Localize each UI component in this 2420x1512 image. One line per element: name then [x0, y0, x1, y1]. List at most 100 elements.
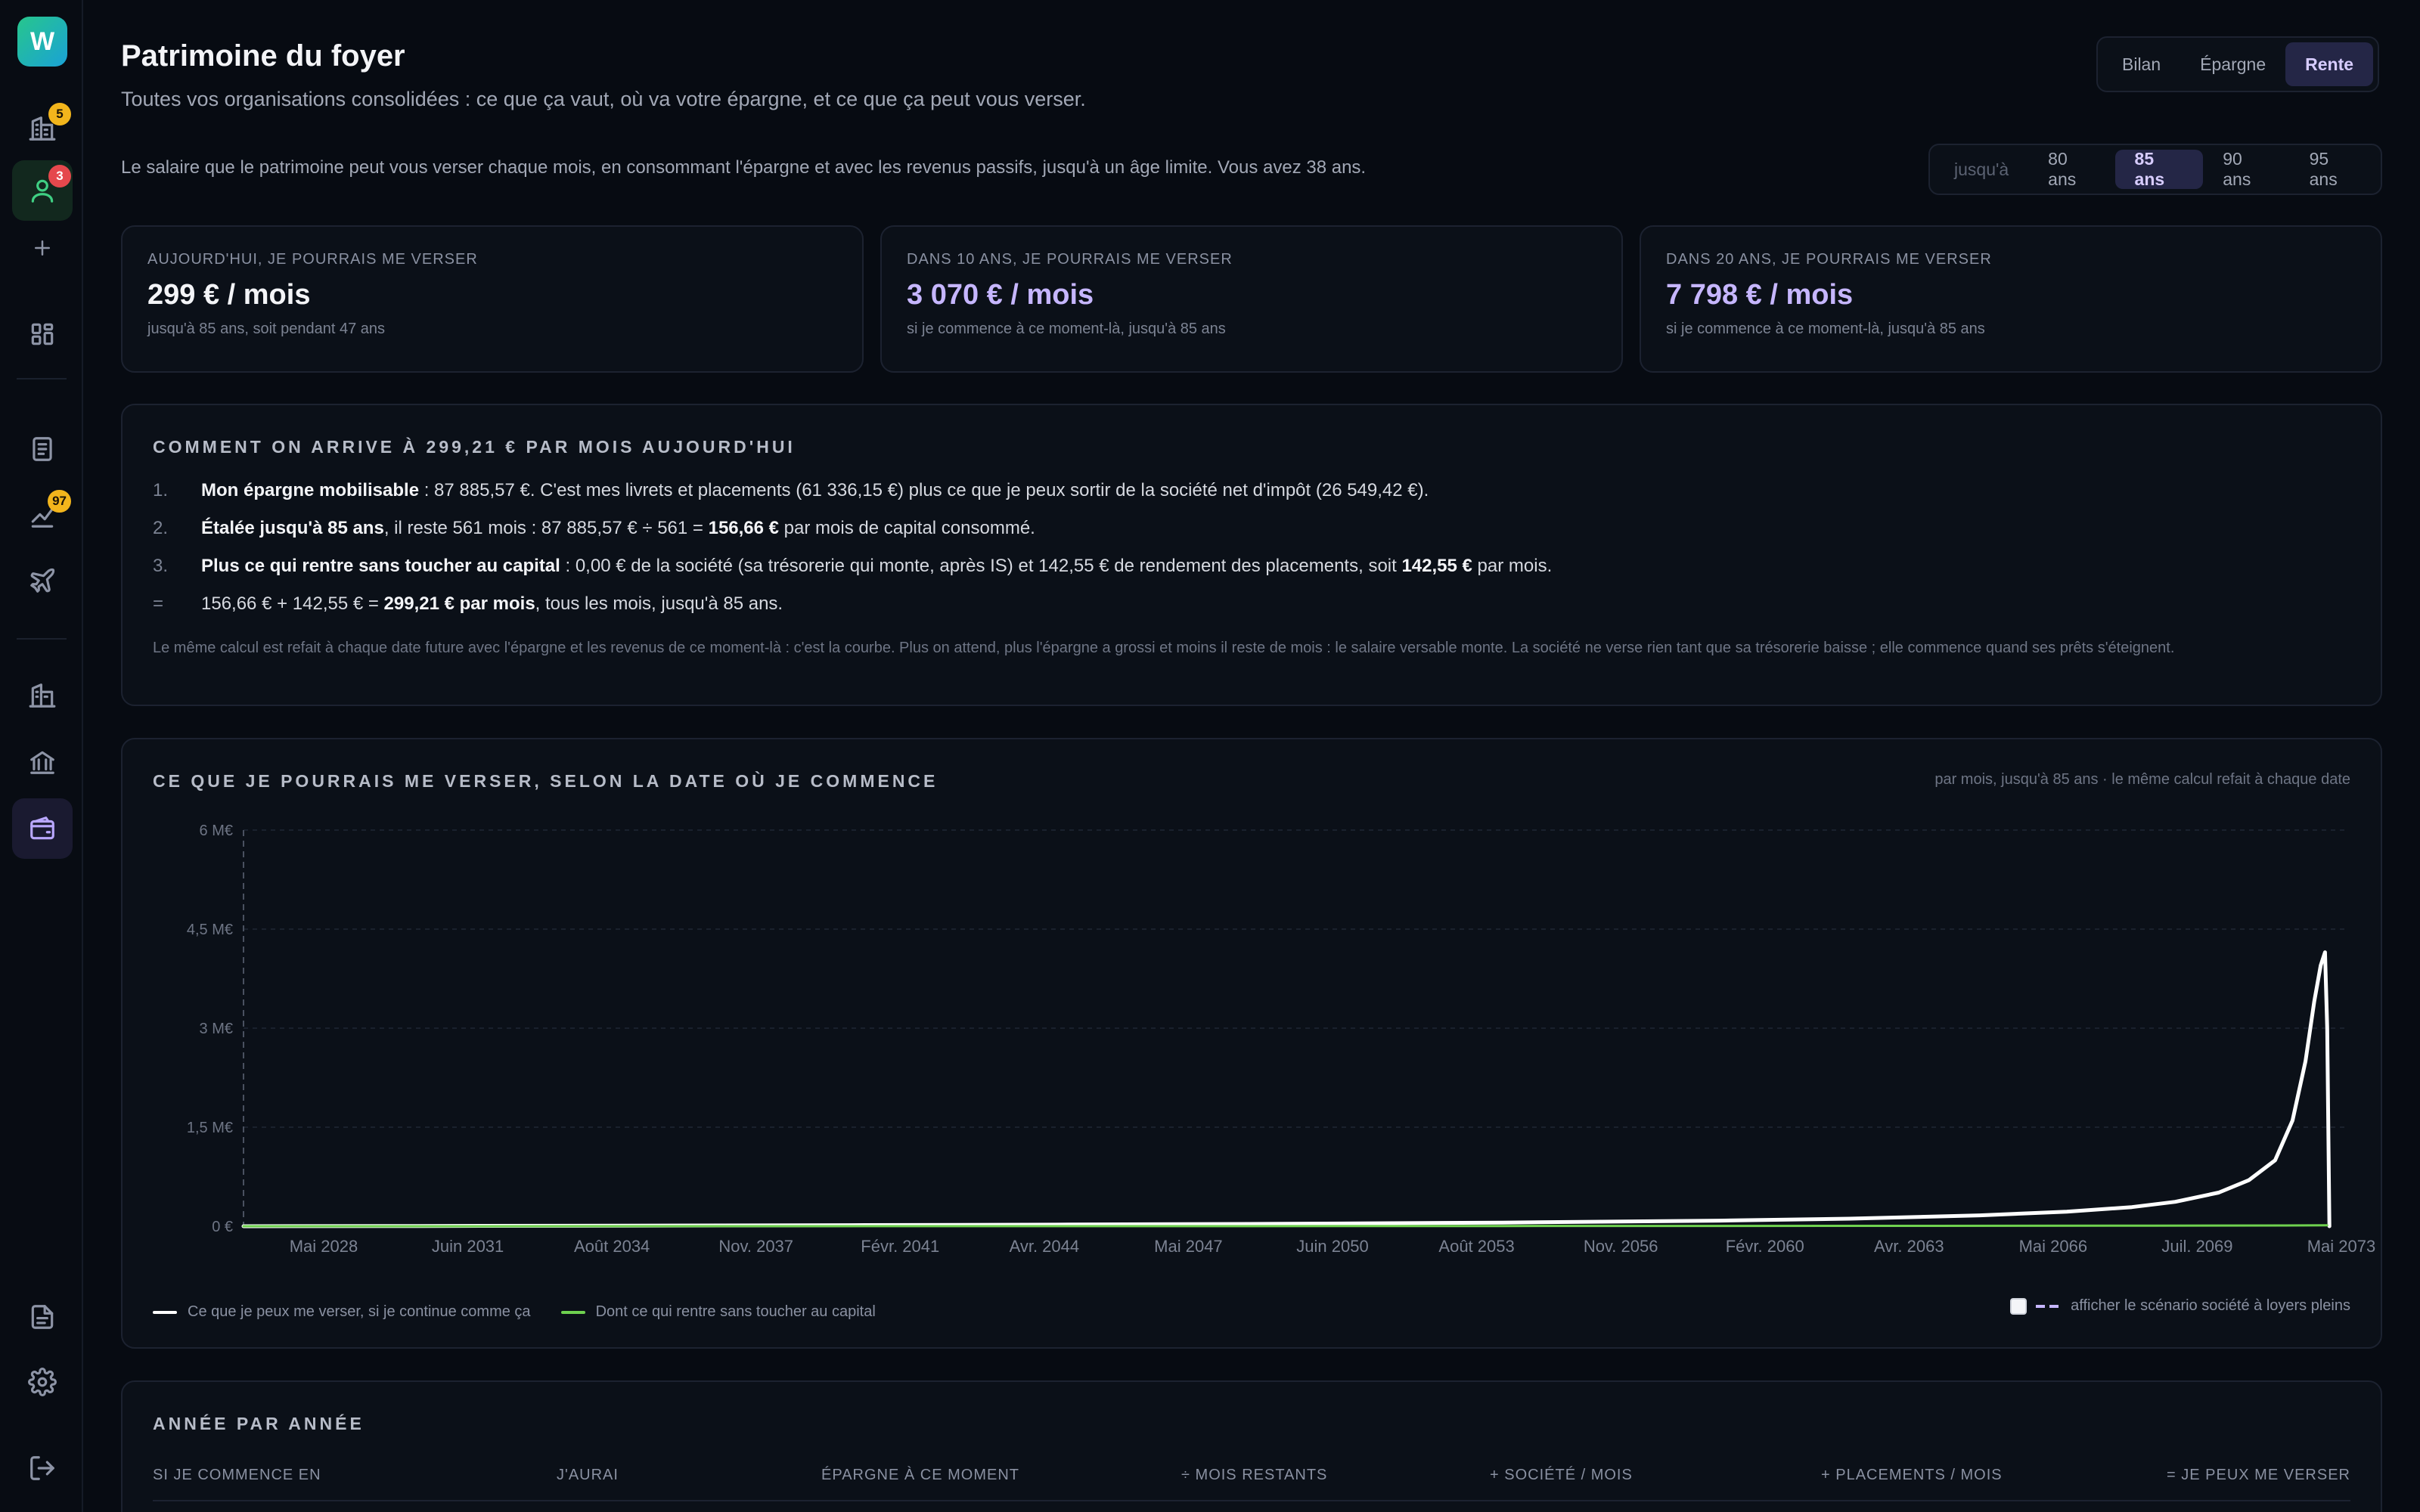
x-tick-label: Mai 2047 [1154, 1237, 1223, 1256]
legend-swatch-main [153, 1310, 177, 1314]
x-tick-label: Août 2053 [1438, 1237, 1514, 1256]
y-tick-label: 6 M€ [200, 823, 233, 839]
column-header-start[interactable]: Si je commence en [153, 1467, 321, 1484]
step-value: 156,66 € [708, 518, 780, 538]
y-tick-label: 0 € [212, 1219, 233, 1235]
step-text: , tous les mois, jusqu'à 85 ans. [535, 593, 783, 614]
column-header-payout[interactable]: = Je peux me verser [2167, 1467, 2350, 1484]
calc-step-1: 1. Mon épargne mobilisable : 87 885,57 €… [153, 480, 2350, 501]
notification-badge: 97 [48, 490, 71, 513]
sidebar-divider [17, 378, 67, 380]
sidebar-item-logout[interactable] [12, 1438, 73, 1498]
x-tick-label: Avr. 2044 [1010, 1237, 1080, 1256]
series-line-main [241, 950, 2332, 1228]
step-text: 156,66 € + 142,55 € = [201, 593, 384, 614]
scenario-checkbox[interactable] [2010, 1297, 2028, 1315]
x-tick-label: Juin 2050 [1296, 1237, 1368, 1256]
x-tick-label: Nov. 2056 [1584, 1237, 1658, 1256]
sidebar-item-add[interactable] [12, 218, 73, 278]
age-option-90[interactable]: 90 ans [2203, 149, 2289, 189]
sidebar: W 5 3 97 [0, 0, 83, 1512]
notification-badge: 3 [48, 165, 71, 187]
column-header-savings[interactable]: Épargne à ce moment [821, 1467, 1019, 1484]
calc-step-2: 2. Étalée jusqu'à 85 ans, il reste 561 m… [153, 518, 2350, 539]
app-logo[interactable]: W [17, 17, 67, 67]
step-number: = [153, 593, 164, 614]
sidebar-item-invoices[interactable] [12, 419, 73, 479]
sidebar-item-companies[interactable] [12, 665, 73, 726]
y-tick-label: 3 M€ [200, 1021, 233, 1037]
kpi-label: Aujourd'hui, je pourrais me verser [147, 251, 478, 268]
table-title: Année par année [153, 1414, 365, 1433]
kpi-label: Dans 10 ans, je pourrais me verser [907, 251, 1233, 268]
payout-chart: 0 € 1,5 M€ 3 M€ 4,5 M€ 6 M€ Mai 2028 Juin 2031… [187, 823, 2375, 1256]
sidebar-item-bank[interactable] [12, 732, 73, 792]
step-text: par mois de capital consommé. [779, 518, 1035, 538]
tab-epargne[interactable]: Épargne [2180, 42, 2285, 86]
step-number: 2. [153, 518, 169, 538]
sidebar-item-documents[interactable] [12, 1287, 73, 1347]
page-description: Le salaire que le patrimoine peut vous v… [121, 157, 1367, 178]
step-label: Étalée jusqu'à 85 ans [201, 518, 384, 538]
step-text: : 87 885,57 €. C'est mes livrets et plac… [419, 480, 1429, 500]
calc-step-3: 3. Plus ce qui rentre sans toucher au ca… [153, 556, 2350, 577]
step-text: par mois. [1472, 556, 1553, 576]
sidebar-item-profile[interactable]: 3 [12, 160, 73, 221]
scenario-toggle[interactable]: afficher le scénario société à loyers pl… [2010, 1297, 2350, 1315]
step-text: : 0,00 € de la société (sa trésorerie qu… [560, 556, 1402, 576]
kpi-note: jusqu'à 85 ans, soit pendant 47 ans [147, 321, 386, 337]
column-header-age[interactable]: J'aurai [557, 1467, 619, 1484]
building-icon [29, 683, 56, 708]
sidebar-item-dashboard[interactable] [12, 304, 73, 364]
legend-label-passive: Dont ce qui rentre sans toucher au capit… [595, 1303, 876, 1320]
calc-note: Le même calcul est refait à chaque date … [153, 640, 2175, 656]
sidebar-item-settings[interactable] [12, 1352, 73, 1412]
x-tick-label: Nov. 2037 [718, 1237, 793, 1256]
step-label: Plus ce qui rentre sans toucher au capit… [201, 556, 560, 576]
logout-icon [30, 1456, 54, 1480]
step-text: , il reste 561 mois : 87 885,57 € ÷ 561 … [383, 518, 709, 538]
series-line-passive [242, 1224, 2328, 1228]
sidebar-item-transfers[interactable]: 97 [12, 485, 73, 546]
column-header-company[interactable]: + Société / mois [1490, 1467, 1633, 1484]
table-divider [153, 1500, 2350, 1501]
kpi-note: si je commence à ce moment-là, jusqu'à 8… [1666, 321, 1985, 337]
age-option-85[interactable]: 85 ans [2114, 149, 2204, 189]
step-label: Mon épargne mobilisable [201, 480, 420, 500]
age-selector-label: jusqu'à [1954, 159, 2009, 179]
x-tick-label: Févr. 2060 [1726, 1237, 1804, 1256]
document-icon [31, 1305, 54, 1329]
step-number: 3. [153, 556, 169, 576]
plus-icon [35, 240, 50, 256]
wallet-icon [30, 816, 54, 840]
kpi-label: Dans 20 ans, je pourrais me verser [1666, 251, 1992, 268]
gear-icon [28, 1368, 57, 1396]
age-selector: jusqu'à 80 ans 85 ans 90 ans 95 ans [1928, 144, 2382, 195]
x-tick-label: Avr. 2063 [1874, 1237, 1944, 1256]
kpi-card-10-years: Dans 10 ans, je pourrais me verser 3 070… [880, 225, 1623, 373]
kpi-value: 7 798 € / mois [1666, 279, 1854, 311]
page-subtitle: Toutes vos organisations consolidées : c… [121, 88, 1086, 110]
plane-icon [30, 568, 55, 593]
kpi-card-20-years: Dans 20 ans, je pourrais me verser 7 798… [1640, 225, 2382, 373]
sidebar-item-trips[interactable] [12, 550, 73, 611]
sidebar-item-wealth[interactable] [12, 798, 73, 859]
x-tick-label: Juil. 2069 [2161, 1237, 2232, 1256]
step-number: 1. [153, 480, 169, 500]
sidebar-item-organisations[interactable]: 5 [12, 98, 73, 159]
tab-bilan[interactable]: Bilan [2102, 42, 2180, 86]
calc-result: = 156,66 € + 142,55 € = 299,21 € par moi… [153, 593, 2350, 615]
column-header-months[interactable]: ÷ mois restants [1181, 1467, 1327, 1484]
tab-rente[interactable]: Rente [2285, 42, 2374, 86]
x-tick-label: Juin 2031 [432, 1237, 504, 1256]
x-tick-label: Mai 2066 [2019, 1237, 2088, 1256]
step-value: 299,21 € par mois [383, 593, 535, 614]
step-value: 142,55 € [1401, 556, 1472, 576]
age-option-95[interactable]: 95 ans [2290, 149, 2376, 189]
calculation-panel: Comment on arrive à 299,21 € par mois au… [121, 404, 2382, 706]
column-header-investments[interactable]: + Placements / mois [1821, 1467, 2003, 1484]
y-tick-label: 1,5 M€ [187, 1120, 233, 1136]
x-tick-label: Févr. 2041 [861, 1237, 939, 1256]
view-tabs: Bilan Épargne Rente [2096, 36, 2380, 92]
age-option-80[interactable]: 80 ans [2028, 149, 2114, 189]
